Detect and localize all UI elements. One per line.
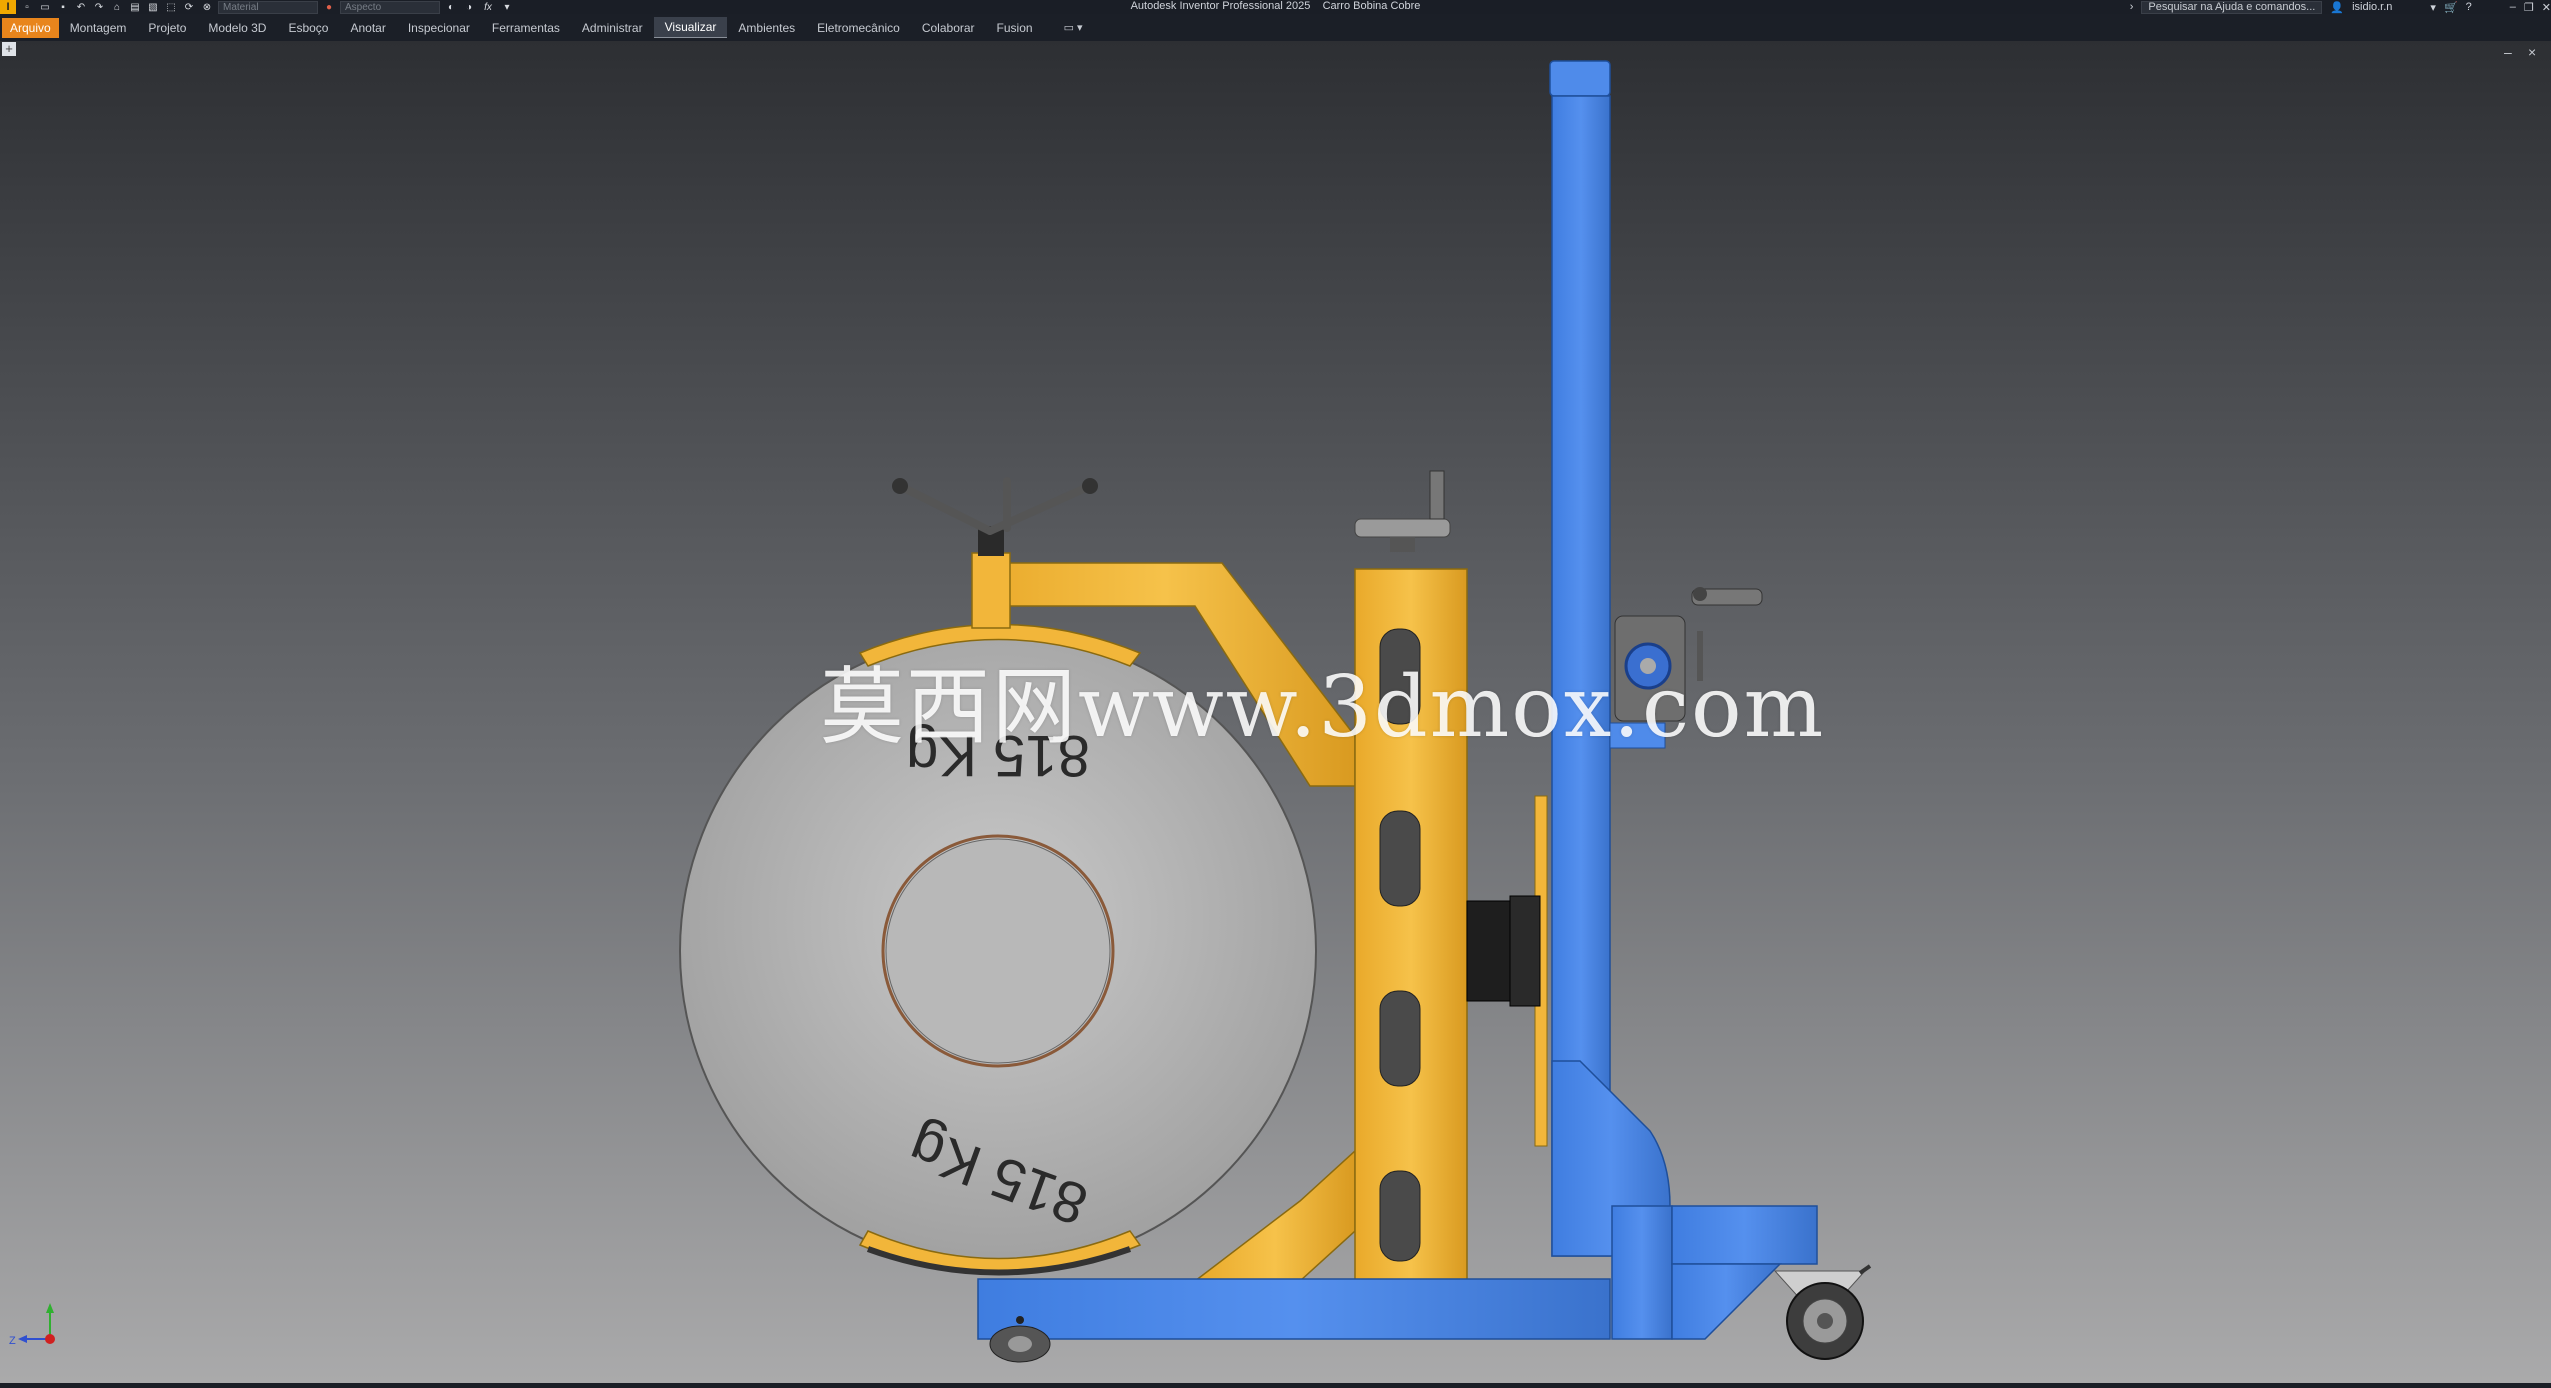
- ribbon-tabs: Arquivo Montagem Projeto Modelo 3D Esboç…: [0, 14, 2551, 41]
- ribbon-display-toggle-icon[interactable]: ▭ ▾: [1064, 21, 1083, 34]
- appearance-icon[interactable]: ●: [322, 1, 336, 13]
- triad-z-label: Z: [9, 1335, 16, 1347]
- viewport-minimize-icon[interactable]: –: [2504, 44, 2512, 60]
- document-name: Carro Bobina Cobre: [1322, 0, 1421, 12]
- rotation-hub[interactable]: [1466, 895, 1541, 1007]
- viewport-close-icon[interactable]: ×: [2528, 44, 2536, 60]
- tab-montagem[interactable]: Montagem: [59, 18, 138, 38]
- more-icon[interactable]: ▾: [500, 1, 514, 13]
- update-icon[interactable]: ⟳: [182, 1, 196, 13]
- tab-projeto[interactable]: Projeto: [137, 18, 197, 38]
- carriage-slot-2: [1379, 810, 1421, 907]
- tab-fusion[interactable]: Fusion: [986, 18, 1044, 38]
- graphics-viewport[interactable]: 815 Kg 815 Kg Z 莫西网www.3dmox.com: [0, 41, 2551, 1383]
- measure-icon[interactable]: ▧: [146, 1, 160, 13]
- close-icon[interactable]: ✕: [2542, 1, 2551, 14]
- tab-eletromecanico[interactable]: Eletromecânico: [806, 18, 911, 38]
- quick-access-toolbar: I ▫ ▭ ▪ ↶ ↷ ⌂ ▤ ▧ ⬚ ⟳ ⊗ Material ● Aspec…: [0, 0, 514, 14]
- title-right-area: › Pesquisar na Ajuda e comandos... 👤 isi…: [2130, 0, 2551, 14]
- help-search-input[interactable]: Pesquisar na Ajuda e comandos...: [2141, 0, 2323, 14]
- help-icon[interactable]: ?: [2466, 1, 2472, 13]
- user-name[interactable]: isidio.r.n: [2352, 1, 2392, 13]
- restore-icon[interactable]: ❐: [2524, 1, 2534, 14]
- tab-colaborar[interactable]: Colaborar: [911, 18, 986, 38]
- cart-icon[interactable]: 🛒: [2444, 1, 2458, 14]
- tab-administrar[interactable]: Administrar: [571, 18, 654, 38]
- clamp-screw-housing: [971, 552, 1011, 629]
- fx-button[interactable]: fx: [480, 1, 496, 13]
- coil-core: [885, 838, 1111, 1064]
- app-name: Autodesk Inventor Professional 2025: [1130, 0, 1311, 12]
- tab-visualizar[interactable]: Visualizar: [653, 17, 728, 38]
- tab-ambientes[interactable]: Ambientes: [727, 18, 806, 38]
- tab-anotar[interactable]: Anotar: [339, 18, 396, 38]
- user-icon[interactable]: 👤: [2330, 1, 2344, 14]
- front-wheel[interactable]: [989, 1325, 1051, 1363]
- home-icon[interactable]: ⌂: [110, 1, 124, 13]
- tab-modelo-3d[interactable]: Modelo 3D: [197, 18, 277, 38]
- select-icon[interactable]: ⬚: [164, 1, 178, 13]
- new-file-icon[interactable]: ▫: [20, 1, 34, 13]
- carriage-slot-4: [1379, 1170, 1421, 1262]
- carriage-slot-3: [1379, 990, 1421, 1087]
- material-combo[interactable]: Material: [218, 0, 318, 14]
- watermark-text: 莫西网www.3dmox.com: [820, 658, 1826, 756]
- user-dropdown-icon[interactable]: ▾: [2430, 1, 2436, 14]
- save-icon[interactable]: ▪: [56, 1, 70, 13]
- material-icon[interactable]: ⊗: [200, 1, 214, 13]
- appearance-combo[interactable]: Aspecto: [340, 0, 440, 14]
- clear-appearance-icon[interactable]: ◐: [444, 1, 458, 13]
- print-icon[interactable]: ▤: [128, 1, 142, 13]
- adjust-icon[interactable]: ◑: [462, 1, 476, 13]
- undo-icon[interactable]: ↶: [74, 1, 88, 13]
- inventor-logo-icon[interactable]: I: [0, 0, 16, 14]
- tab-inspecionar[interactable]: Inspecionar: [397, 18, 481, 38]
- add-view-tab-icon[interactable]: +: [2, 42, 16, 56]
- open-file-icon[interactable]: ▭: [38, 1, 52, 13]
- expand-arrow-icon[interactable]: ›: [2130, 1, 2134, 13]
- tab-arquivo[interactable]: Arquivo: [2, 17, 59, 38]
- tab-esboco[interactable]: Esboço: [277, 18, 339, 38]
- tab-ferramentas[interactable]: Ferramentas: [481, 18, 571, 38]
- redo-icon[interactable]: ↷: [92, 1, 106, 13]
- minimize-icon[interactable]: –: [2510, 1, 2516, 13]
- title-bar: I ▫ ▭ ▪ ↶ ↷ ⌂ ▤ ▧ ⬚ ⟳ ⊗ Material ● Aspec…: [0, 0, 2551, 14]
